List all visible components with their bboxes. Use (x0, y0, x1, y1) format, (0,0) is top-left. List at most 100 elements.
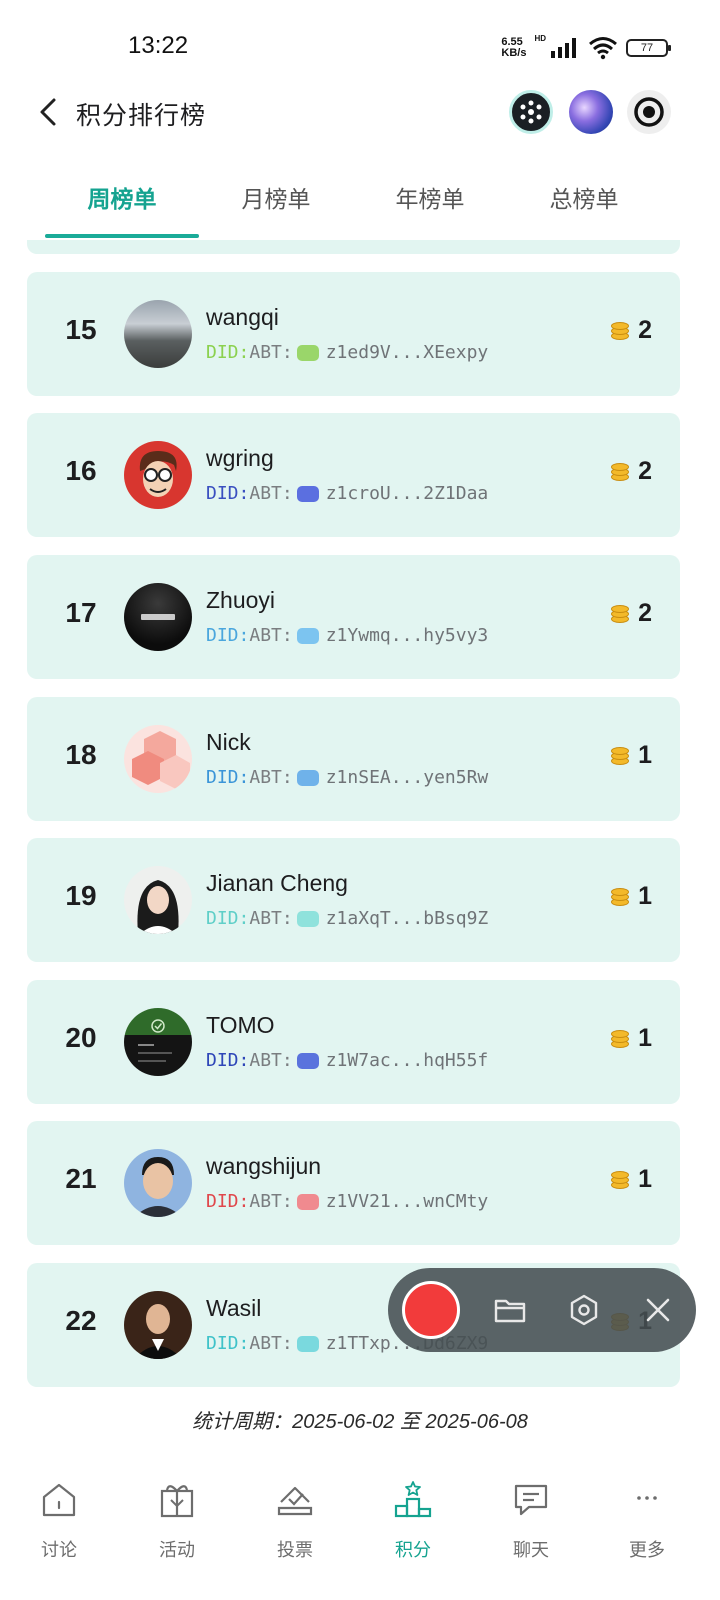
list-item[interactable] (27, 240, 680, 254)
user-name: Wasil (206, 1295, 262, 1321)
network-speed-unit: KB/s (501, 47, 527, 59)
did-method: ABT: (249, 767, 293, 788)
nav-discussion[interactable]: 讨论 (0, 1480, 118, 1562)
points: 2 (610, 599, 652, 628)
did-address[interactable]: DID: ABT: z1W7ac...hqH55f (206, 1050, 488, 1071)
points: 2 (610, 316, 652, 345)
signal-icon (551, 38, 576, 58)
list-item[interactable]: 18 Nick DID: ABT: z1nSEA...yen5Rw 1 (27, 697, 680, 821)
coin-icon (610, 603, 630, 625)
folder-icon[interactable] (492, 1292, 528, 1328)
tab-total[interactable]: 总榜单 (507, 180, 661, 214)
chat-icon (514, 1484, 548, 1516)
tab-monthly[interactable]: 月榜单 (199, 180, 353, 214)
did-prefix: DID: (206, 1333, 250, 1354)
tab-weekly[interactable]: 周榜单 (45, 180, 199, 214)
did-value: z1aXqT...bBsq9Z (325, 908, 489, 929)
nav-chat[interactable]: 聊天 (472, 1480, 590, 1562)
app-grid-icon[interactable] (509, 90, 553, 134)
ranking-list[interactable]: 15 wangqi DID: ABT: z1ed9V...XEexpy 2 16… (0, 240, 720, 1400)
avatar[interactable] (124, 1149, 192, 1217)
list-item[interactable]: 17 Zhuoyi DID: ABT: z1Ywmq...hy5vy3 2 (27, 555, 680, 679)
target-icon[interactable] (627, 90, 671, 134)
list-item[interactable]: 15 wangqi DID: ABT: z1ed9V...XEexpy 2 (27, 272, 680, 396)
tab-yearly[interactable]: 年榜单 (353, 180, 507, 214)
did-avatar-icon (296, 769, 319, 786)
did-avatar-icon (296, 344, 319, 361)
did-avatar-icon (296, 627, 319, 644)
vote-icon (277, 1486, 313, 1516)
points-value: 2 (638, 316, 652, 344)
did-method: ABT: (249, 625, 293, 646)
avatar[interactable] (124, 583, 192, 651)
nav-label: 投票 (277, 1540, 313, 1560)
avatar[interactable] (124, 866, 192, 934)
did-address[interactable]: DID: ABT: z1croU...2Z1Daa (206, 483, 488, 504)
did-address[interactable]: DID: ABT: z1Ywmq...hy5vy3 (206, 625, 488, 646)
did-value: z1W7ac...hqH55f (325, 1050, 489, 1071)
user-name: wangshijun (206, 1153, 322, 1179)
record-button[interactable] (402, 1281, 460, 1339)
rank-number: 17 (65, 597, 97, 628)
statistics-period: 统计周期：2025-06-02 至 2025-06-08 (192, 1411, 528, 1433)
settings-icon[interactable] (566, 1292, 602, 1328)
rank-number: 22 (65, 1305, 97, 1336)
did-prefix: DID: (206, 1191, 250, 1212)
did-prefix: DID: (206, 342, 250, 363)
list-item[interactable]: 19 Jianan Cheng DID: ABT: z1aXqT...bBsq9… (27, 838, 680, 962)
did-prefix: DID: (206, 483, 250, 504)
did-prefix: DID: (206, 767, 250, 788)
points-value: 1 (638, 1165, 652, 1193)
rank-number: 21 (65, 1163, 97, 1194)
user-name: Zhuoyi (206, 587, 276, 613)
rank-number: 20 (65, 1022, 97, 1053)
did-method: ABT: (249, 1333, 293, 1354)
coin-icon (610, 320, 630, 342)
list-item[interactable]: 16 wgring DID: ABT: z1croU...2Z1Daa 2 (27, 413, 680, 537)
profile-orb-icon[interactable] (569, 90, 613, 134)
list-item[interactable]: 20 TOMO DID: ABT: z1W7ac...hqH55f 1 (27, 980, 680, 1104)
status-bar: 13:22 6.55 KB/s HD 77 (0, 0, 720, 90)
did-address[interactable]: DID: ABT: z1aXqT...bBsq9Z (206, 908, 488, 929)
avatar[interactable] (124, 441, 192, 509)
did-address[interactable]: DID: ABT: z1VV21...wnCMty (206, 1191, 488, 1212)
did-method: ABT: (249, 1191, 293, 1212)
page-title: 积分排行榜 (76, 102, 207, 130)
avatar[interactable] (124, 1291, 192, 1359)
user-name: wgring (206, 445, 274, 471)
nav-label: 积分 (395, 1540, 431, 1560)
coin-icon (610, 461, 630, 483)
more-icon (637, 1496, 657, 1500)
did-avatar-icon (296, 1052, 319, 1069)
nav-activity[interactable]: 活动 (118, 1480, 236, 1562)
did-address[interactable]: DID: ABT: z1ed9V...XEexpy (206, 342, 488, 363)
coin-icon (610, 745, 630, 767)
close-icon[interactable] (640, 1292, 676, 1328)
screen-recorder-toolbar (388, 1268, 696, 1352)
did-prefix: DID: (206, 908, 250, 929)
did-method: ABT: (249, 483, 293, 504)
nav-points[interactable]: 积分 (354, 1480, 472, 1562)
avatar[interactable] (124, 725, 192, 793)
points-value: 1 (638, 1024, 652, 1052)
gift-icon (160, 1485, 194, 1518)
nav-more[interactable]: 更多 (588, 1480, 706, 1562)
hd-label: HD (534, 34, 546, 43)
did-value: z1croU...2Z1Daa (325, 483, 489, 504)
avatar[interactable] (124, 1008, 192, 1076)
back-arrow-icon[interactable] (30, 92, 70, 132)
did-avatar-icon (296, 1335, 319, 1352)
status-time: 13:22 (128, 32, 189, 59)
did-avatar-icon (296, 485, 319, 502)
coin-icon (610, 886, 630, 908)
bottom-navigation: 讨论 活动 投票 积分 聊天 更多 (0, 1468, 720, 1600)
battery-indicator: 77 (626, 39, 671, 57)
nav-label: 活动 (159, 1540, 195, 1560)
user-name: TOMO (206, 1012, 275, 1038)
coin-icon (610, 1169, 630, 1191)
avatar[interactable] (124, 300, 192, 368)
nav-vote[interactable]: 投票 (236, 1480, 354, 1562)
list-item[interactable]: 21 wangshijun DID: ABT: z1VV21...wnCMty … (27, 1121, 680, 1245)
points: 1 (610, 1165, 652, 1194)
did-address[interactable]: DID: ABT: z1nSEA...yen5Rw (206, 767, 488, 788)
